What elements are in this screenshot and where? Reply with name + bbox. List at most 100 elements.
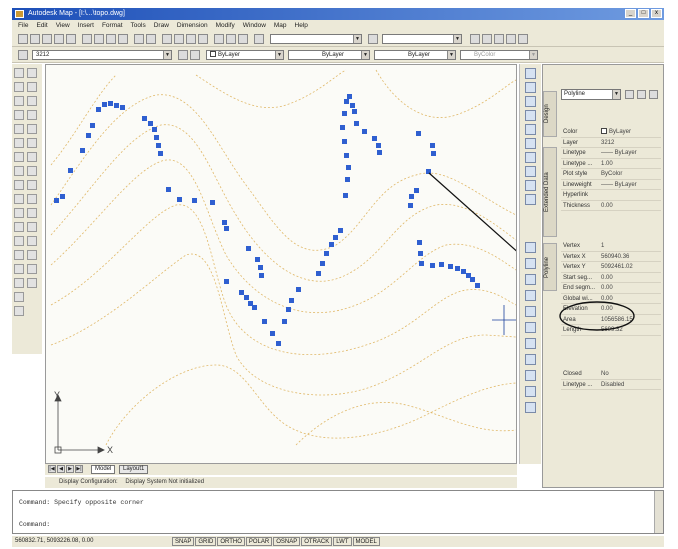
prev-tab-icon[interactable]: ◀ [57,465,65,473]
spline-icon[interactable] [14,180,24,190]
menu-draw[interactable]: Draw [154,20,169,31]
tab-design[interactable]: Design [543,91,557,137]
map-tool-icon[interactable] [525,138,536,149]
vertex-grip[interactable] [344,153,349,158]
command-window[interactable]: Command: Specify opposite corner Command… [12,490,664,534]
pan-icon[interactable] [162,34,172,44]
vertex-grip[interactable] [252,305,257,310]
vertex-grip[interactable] [246,246,251,251]
tool-palettes-icon[interactable] [238,34,248,44]
vertex-grip[interactable] [448,264,453,269]
map-tool-1-icon[interactable] [470,34,480,44]
vertex-grip[interactable] [289,298,294,303]
vertex-grip[interactable] [461,269,466,274]
prop-row[interactable]: Layer 3212 [561,138,661,148]
next-tab-icon[interactable]: ▶ [66,465,74,473]
save-icon[interactable] [42,34,52,44]
vertex-grip[interactable] [222,220,227,225]
snap-toggle[interactable]: SNAP [172,537,195,546]
vertex-grip[interactable] [156,143,161,148]
vertex-grip[interactable] [408,203,413,208]
vertex-grip[interactable] [90,123,95,128]
chamfer-icon[interactable] [27,250,37,260]
copy-icon[interactable] [94,34,104,44]
model-toggle[interactable]: MODEL [352,537,380,546]
vertex-grip[interactable] [430,143,435,148]
print-icon[interactable] [54,34,64,44]
vertex-grip[interactable] [239,290,244,295]
vertex-grip[interactable] [376,143,381,148]
prop-row[interactable]: Linetype ... 1.00 [561,159,661,169]
map-tool-2-icon[interactable] [482,34,492,44]
menu-window[interactable]: Window [243,20,266,31]
map-tool-icon[interactable] [525,386,536,397]
table-icon[interactable] [14,292,24,302]
polyline-icon[interactable] [14,96,24,106]
color-dropdown[interactable]: ByLayer ▼ [206,50,284,60]
vertex-grip[interactable] [224,279,229,284]
menu-dimension[interactable]: Dimension [177,20,208,31]
menu-format[interactable]: Format [102,20,123,31]
circle-icon[interactable] [14,152,24,162]
command-scrollbar[interactable] [654,491,663,533]
rotate-icon[interactable] [27,152,37,162]
vertex-grip[interactable] [259,273,264,278]
toggle-pickadd-icon[interactable] [625,90,634,99]
vertex-grip[interactable] [108,101,113,106]
map-tool-icon[interactable] [525,96,536,107]
map-tool-icon[interactable] [525,242,536,253]
map-tool-icon[interactable] [525,402,536,413]
menu-insert[interactable]: Insert [78,20,94,31]
prop-row[interactable]: Closed No [561,369,661,380]
grid-toggle[interactable]: GRID [195,537,217,546]
command-prompt[interactable]: Command: [19,521,50,528]
point-icon[interactable] [14,250,24,260]
prop-row[interactable]: Vertex X 560940.36 [561,252,661,262]
join-icon[interactable] [27,236,37,246]
otrack-toggle[interactable]: OTRACK [301,537,333,546]
polar-toggle[interactable]: POLAR [245,537,273,546]
match-properties-icon[interactable] [118,34,128,44]
menu-tools[interactable]: Tools [131,20,146,31]
vertex-grip[interactable] [377,150,382,155]
rectangle-icon[interactable] [14,124,24,134]
menu-help[interactable]: Help [295,20,308,31]
vertex-grip[interactable] [354,121,359,126]
prop-row[interactable]: Hyperlink [561,190,661,201]
arc-icon[interactable] [14,138,24,148]
undo-icon[interactable] [134,34,144,44]
prop-row[interactable]: Vertex 1 [561,241,661,252]
quick-select-icon[interactable] [649,90,658,99]
map-tool-icon[interactable] [525,274,536,285]
zoom-window-icon[interactable] [186,34,196,44]
toolbar-combo-1[interactable]: ▼ [270,34,362,44]
multiline-text-icon[interactable] [14,306,24,316]
vertex-grip[interactable] [345,177,350,182]
vertex-grip[interactable] [224,226,229,231]
map-tool-icon[interactable] [525,180,536,191]
help-icon[interactable] [254,34,264,44]
vertex-grip[interactable] [324,251,329,256]
vertex-grip[interactable] [417,240,422,245]
map-tool-5-icon[interactable] [518,34,528,44]
map-tool-4-icon[interactable] [506,34,516,44]
stretch-icon[interactable] [27,180,37,190]
vertex-grip[interactable] [286,307,291,312]
menu-view[interactable]: View [56,20,70,31]
design-center-icon[interactable] [226,34,236,44]
map-tool-icon[interactable] [525,124,536,135]
toolbar-combo-2[interactable]: ▼ [382,34,462,44]
properties-icon[interactable] [214,34,224,44]
vertex-grip[interactable] [142,116,147,121]
map-tool-icon[interactable] [525,152,536,163]
vertex-grip[interactable] [86,133,91,138]
vertex-grip[interactable] [419,261,424,266]
map-tool-3-icon[interactable] [494,34,504,44]
menu-edit[interactable]: Edit [36,20,47,31]
map-tool-icon[interactable] [525,258,536,269]
vertex-grip[interactable] [158,151,163,156]
prop-row[interactable]: Linetype ... Disabled [561,380,661,390]
tab-extended-data[interactable]: Extended Data [543,147,557,237]
maximize-button[interactable]: □ [638,9,649,18]
prop-row[interactable]: Lineweight —— ByLayer [561,180,661,190]
